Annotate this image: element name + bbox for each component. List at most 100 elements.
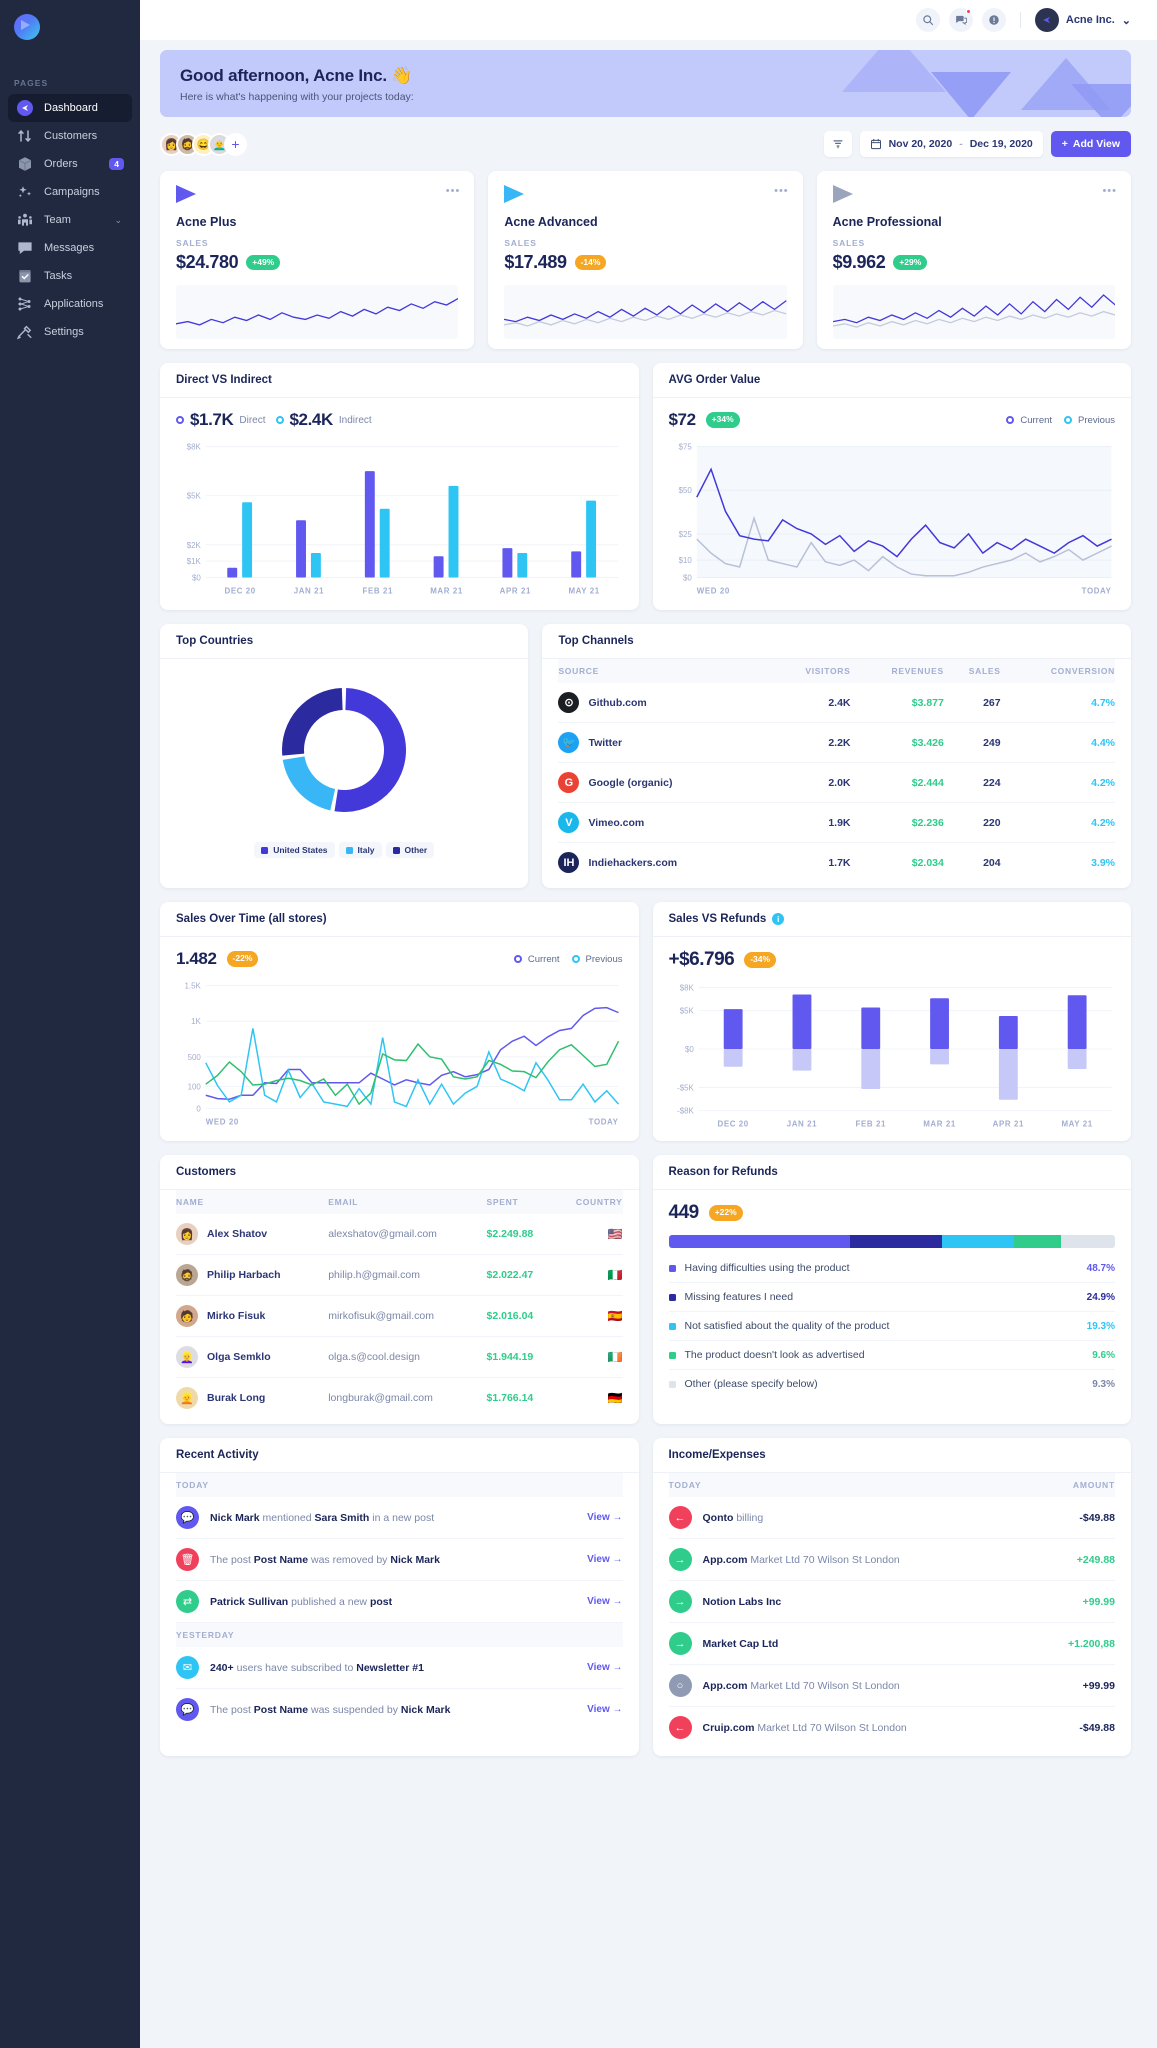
channel-source: V Vimeo.com	[558, 802, 771, 843]
view-link[interactable]: View →	[587, 1554, 622, 1565]
svg-text:$50: $50	[678, 486, 692, 495]
chat-icon[interactable]	[948, 8, 973, 32]
column-header: SOURCE	[558, 659, 771, 683]
sidebar-item-applications[interactable]: Applications	[8, 290, 132, 318]
legend-current[interactable]: Current	[1006, 415, 1052, 426]
svg-text:TODAY: TODAY	[589, 1117, 619, 1126]
sparkles-icon	[16, 183, 34, 201]
recent-activity-card: Recent Activity TODAY 💬 Nick Mark mentione…	[160, 1438, 639, 1756]
legend-current[interactable]: Current	[513, 954, 560, 965]
view-link[interactable]: View →	[587, 1596, 622, 1607]
table-row[interactable]: IH Indiehackers.com 1.7K $2.034 204 3.9%	[558, 843, 1115, 883]
legend-swatch	[668, 1293, 676, 1301]
app-logo[interactable]	[0, 0, 140, 40]
table-row[interactable]: 👩 Alex Shatov alexshatov@gmail.com $2.249.8…	[176, 1214, 623, 1255]
svg-text:TODAY: TODAY	[1081, 586, 1111, 595]
list-item[interactable]: ✉ 240+ users have subscribed to Newslette…	[176, 1647, 623, 1689]
svg-text:FEB 21: FEB 21	[363, 586, 393, 595]
view-link[interactable]: View →	[587, 1704, 622, 1715]
customer-name: 👩 Alex Shatov	[176, 1214, 329, 1255]
customer-country-flag: 🇮🇪	[554, 1336, 623, 1378]
legend-previous[interactable]: Previous	[1064, 415, 1115, 426]
card-menu-button[interactable]: •••	[1102, 185, 1117, 197]
sidebar-item-campaigns[interactable]: Campaigns	[8, 178, 132, 206]
card-menu-button[interactable]: •••	[446, 185, 461, 197]
sidebar-item-team[interactable]: Team ⌄	[8, 206, 132, 234]
card-title: Top Channels	[542, 624, 1131, 659]
list-item[interactable]: 💬 The post Post Name was suspended by Nic…	[176, 1689, 623, 1730]
list-item[interactable]: ← Qonto billing -$49.88	[668, 1497, 1115, 1539]
list-item[interactable]: → Notion Labs Inc +99.99	[668, 1581, 1115, 1623]
table-row[interactable]: ⊙ Github.com 2.4K $3.877 267 4.7%	[558, 683, 1115, 723]
table-row[interactable]: 👱‍♀️ Olga Semklo olga.s@cool.design $1.944.…	[176, 1336, 623, 1378]
sidebar-item-dashboard[interactable]: Dashboard	[8, 94, 132, 122]
list-item[interactable]: ← Cruip.com Market Ltd 70 Wilson St Londo…	[668, 1707, 1115, 1748]
list-item[interactable]: → Market Cap Ltd +1.200,88	[668, 1623, 1115, 1665]
column-header: NAME	[176, 1190, 329, 1214]
sidebar-item-label: Campaigns	[44, 186, 100, 198]
sidebar-item-settings[interactable]: Settings	[8, 318, 132, 346]
list-item[interactable]: ⇄ Patrick Sullivan published a new post Vi…	[176, 1581, 623, 1623]
sidebar-item-tasks[interactable]: Tasks	[8, 262, 132, 290]
top-channels-card: Top Channels SOURCE VISITORS REVENUES SALES…	[542, 624, 1131, 888]
sidebar-item-orders[interactable]: Orders 4	[8, 150, 132, 178]
sales-over-time-card: Sales Over Time (all stores) 1.482 -22% …	[160, 902, 639, 1141]
sidebar-item-customers[interactable]: Customers	[8, 122, 132, 150]
table-row[interactable]: 🧑 Mirko Fisuk mirkofisuk@gmail.com $2.016.0…	[176, 1295, 623, 1337]
view-link[interactable]: View →	[587, 1512, 622, 1523]
info-icon[interactable]: i	[772, 913, 785, 925]
table-row[interactable]: G Google (organic) 2.0K $2.444 224 4.2%	[558, 762, 1115, 803]
channel-conversion: 3.9%	[1091, 856, 1115, 869]
filter-button[interactable]	[823, 131, 852, 157]
list-item[interactable]: 💬 Nick Mark mentioned Sara Smith in a new…	[176, 1497, 623, 1539]
alert-icon[interactable]	[981, 8, 1006, 32]
legend-previous-label: Previous	[1078, 414, 1115, 426]
legend-previous[interactable]: Previous	[571, 954, 623, 965]
amount-label: AMOUNT	[1072, 1480, 1115, 1490]
add-member-button[interactable]: +	[224, 132, 247, 156]
chat-bubble-icon	[16, 239, 34, 257]
sales-vs-refunds-change: -34%	[744, 952, 777, 968]
card-menu-button[interactable]: •••	[774, 185, 789, 197]
transfer-arrows-icon	[16, 127, 34, 145]
product-card: ••• Acne Professional SALES $9.962 +29%	[816, 171, 1131, 349]
svg-text:APR 21: APR 21	[992, 1119, 1023, 1128]
team-avatar-stack[interactable]: 👩 🧔 😄 👨‍🦳 +	[160, 132, 247, 156]
plus-icon: +	[1061, 138, 1068, 150]
chevron-down-icon[interactable]: ⌄	[114, 215, 122, 226]
list-item[interactable]: → App.com Market Ltd 70 Wilson St London +…	[668, 1539, 1115, 1581]
view-link[interactable]: View →	[587, 1662, 622, 1673]
channel-sales: 249	[943, 722, 1001, 763]
add-view-button[interactable]: + Add View	[1050, 131, 1131, 157]
list-item[interactable]: 🗑 The post Post Name was removed by Nick …	[176, 1539, 623, 1581]
donut-legend-item[interactable]: Italy	[338, 842, 382, 858]
donut-legend-item[interactable]: Other	[385, 842, 435, 858]
svg-text:1.5K: 1.5K	[185, 982, 202, 991]
customer-spent: $1.944.19	[486, 1336, 555, 1378]
product-logo-icon	[832, 185, 853, 203]
sidebar-item-messages[interactable]: Messages	[8, 234, 132, 262]
sidebar-item-label: Messages	[44, 242, 95, 254]
table-row[interactable]: V Vimeo.com 1.9K $2.236 220 4.2%	[558, 802, 1115, 843]
donut-legend-item[interactable]: United States	[254, 842, 335, 858]
table-row[interactable]: 👱 Burak Long longburak@gmail.com $1.766.14 🇩…	[176, 1378, 623, 1419]
search-icon[interactable]	[915, 8, 940, 32]
svg-text:$2K: $2K	[187, 541, 202, 550]
github-icon: ⊙	[558, 692, 580, 713]
sidebar-item-label: Settings	[44, 326, 84, 338]
product-change-badge: +29%	[893, 254, 928, 271]
legend-swatch	[261, 846, 269, 854]
legend-indirect: $2.4K Indirect	[275, 410, 372, 430]
customer-spent: $2.016.04	[486, 1295, 555, 1337]
table-row[interactable]: 🧔 Philip Harbach philip.h@gmail.com $2.022.…	[176, 1254, 623, 1296]
top-countries-card: Top Countries United States Italy Other	[160, 624, 529, 888]
product-metric-label: SALES	[176, 238, 209, 248]
table-row[interactable]: 🐦 Twitter 2.2K $3.426 249 4.4%	[558, 722, 1115, 763]
transaction-amount: -$49.88	[1079, 1511, 1115, 1524]
arrow-right-icon: →	[668, 1632, 692, 1655]
avatar: 🧑	[176, 1305, 198, 1327]
account-menu[interactable]: Acne Inc. ⌄	[1034, 8, 1131, 32]
list-item[interactable]: ○ App.com Market Ltd 70 Wilson St London +…	[668, 1665, 1115, 1707]
card-title-text: Sales VS Refunds	[668, 913, 767, 925]
date-range-picker[interactable]: Nov 20, 2020 - Dec 19, 2020	[859, 131, 1043, 157]
